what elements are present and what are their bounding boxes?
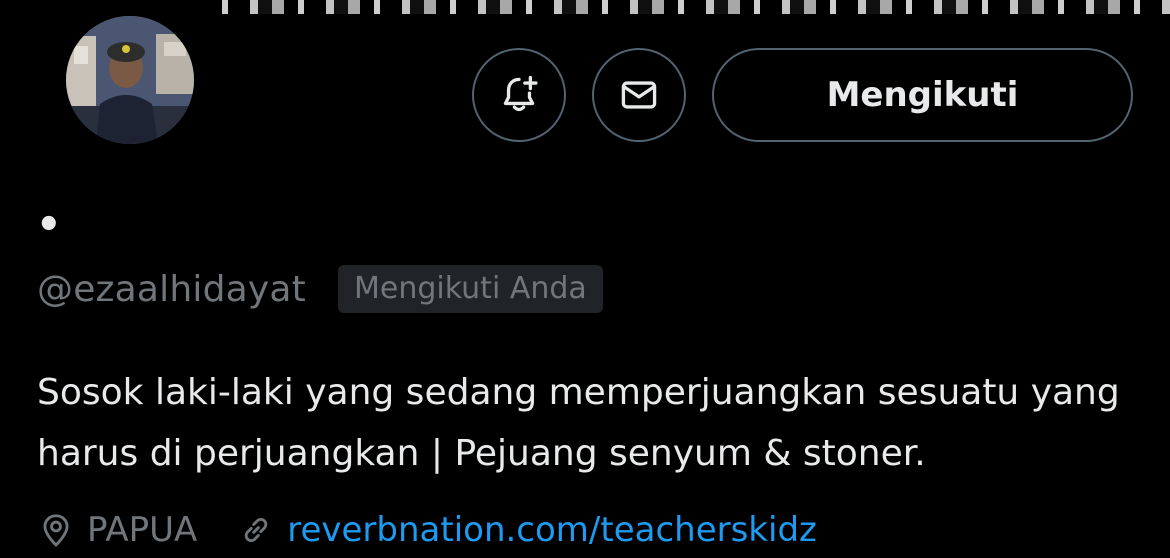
- website-link[interactable]: reverbnation.com/teacherskidz: [287, 510, 817, 550]
- banner-shadow: [0, 0, 210, 14]
- display-name: •: [36, 202, 62, 248]
- handle-row: @ezaalhidayat Mengikuti Anda: [37, 264, 603, 314]
- website[interactable]: reverbnation.com/teacherskidz: [237, 510, 817, 550]
- following-button[interactable]: Mengikuti: [712, 48, 1133, 142]
- profile-meta: PAPUA reverbnation.com/teacherskidz: [37, 504, 817, 556]
- location: PAPUA: [37, 510, 197, 550]
- avatar-photo: [66, 16, 194, 144]
- envelope-icon: [621, 81, 657, 109]
- follows-you-badge: Mengikuti Anda: [337, 265, 603, 313]
- bell-plus-icon: [503, 75, 538, 112]
- username-handle: @ezaalhidayat: [37, 268, 306, 310]
- avatar[interactable]: [63, 13, 197, 147]
- message-button[interactable]: [592, 48, 686, 142]
- location-pin-icon: [43, 514, 69, 547]
- notify-button[interactable]: [472, 48, 566, 142]
- profile-bio: Sosok laki-laki yang sedang memperjuangk…: [37, 372, 1120, 474]
- link-icon: [244, 517, 268, 543]
- location-text: PAPUA: [87, 510, 198, 550]
